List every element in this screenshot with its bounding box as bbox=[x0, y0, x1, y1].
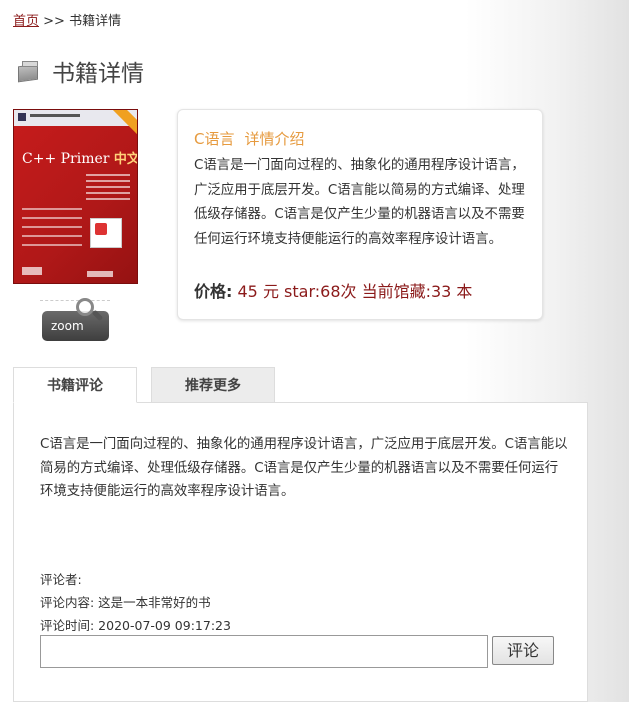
book-info-card: C语言 详情介绍 C语言是一门面向过程的、抽象化的通用程序设计语言，广泛应用于底层… bbox=[177, 109, 543, 320]
info-heading: C语言 详情介绍 bbox=[194, 128, 305, 149]
breadcrumb-separator: >> bbox=[43, 14, 65, 29]
comment-input[interactable] bbox=[40, 635, 488, 668]
breadcrumb-home-link[interactable]: 首页 bbox=[13, 14, 39, 29]
cover-title-cn: 中文版 bbox=[113, 152, 137, 167]
cover-title: C++ Primer bbox=[22, 151, 110, 167]
info-heading-suffix: 详情介绍 bbox=[244, 130, 305, 148]
commenter-label: 评论者: bbox=[40, 572, 82, 587]
tab-recommend-more[interactable]: 推荐更多 bbox=[151, 367, 275, 403]
book-cover-image: C++ Primer 中文版 bbox=[13, 109, 138, 284]
book-name: C语言 bbox=[194, 130, 235, 148]
comment-content: 评论内容: 这是一本非常好的书 bbox=[40, 595, 211, 610]
price-label: 价格: bbox=[194, 282, 233, 301]
price-value: 45 元 star:68次 当前馆藏:33 本 bbox=[237, 282, 473, 301]
price-line: 价格: 45 元 star:68次 当前馆藏:33 本 bbox=[194, 278, 472, 302]
submit-comment-button[interactable]: 评论 bbox=[492, 636, 554, 665]
magnifier-icon[interactable] bbox=[74, 296, 104, 324]
review-text: C语言是一门面向过程的、抽象化的通用程序设计语言，广泛应用于底层开发。C语言能以… bbox=[40, 437, 568, 499]
page-header: 书籍详情 bbox=[16, 54, 144, 88]
page-title: 书籍详情 bbox=[52, 61, 144, 87]
comment-time: 评论时间: 2020-07-09 09:17:23 bbox=[40, 618, 231, 633]
breadcrumb-current: 书籍详情 bbox=[69, 14, 122, 29]
books-icon bbox=[16, 59, 42, 83]
book-description: C语言是一门面向过程的、抽象化的通用程序设计语言，广泛应用于底层开发。C语言能以… bbox=[194, 158, 525, 247]
breadcrumb: 首页 >> 书籍详情 bbox=[13, 10, 121, 29]
review-panel: C语言是一门面向过程的、抽象化的通用程序设计语言，广泛应用于底层开发。C语言能以… bbox=[13, 402, 588, 702]
tab-book-reviews[interactable]: 书籍评论 bbox=[13, 367, 137, 403]
